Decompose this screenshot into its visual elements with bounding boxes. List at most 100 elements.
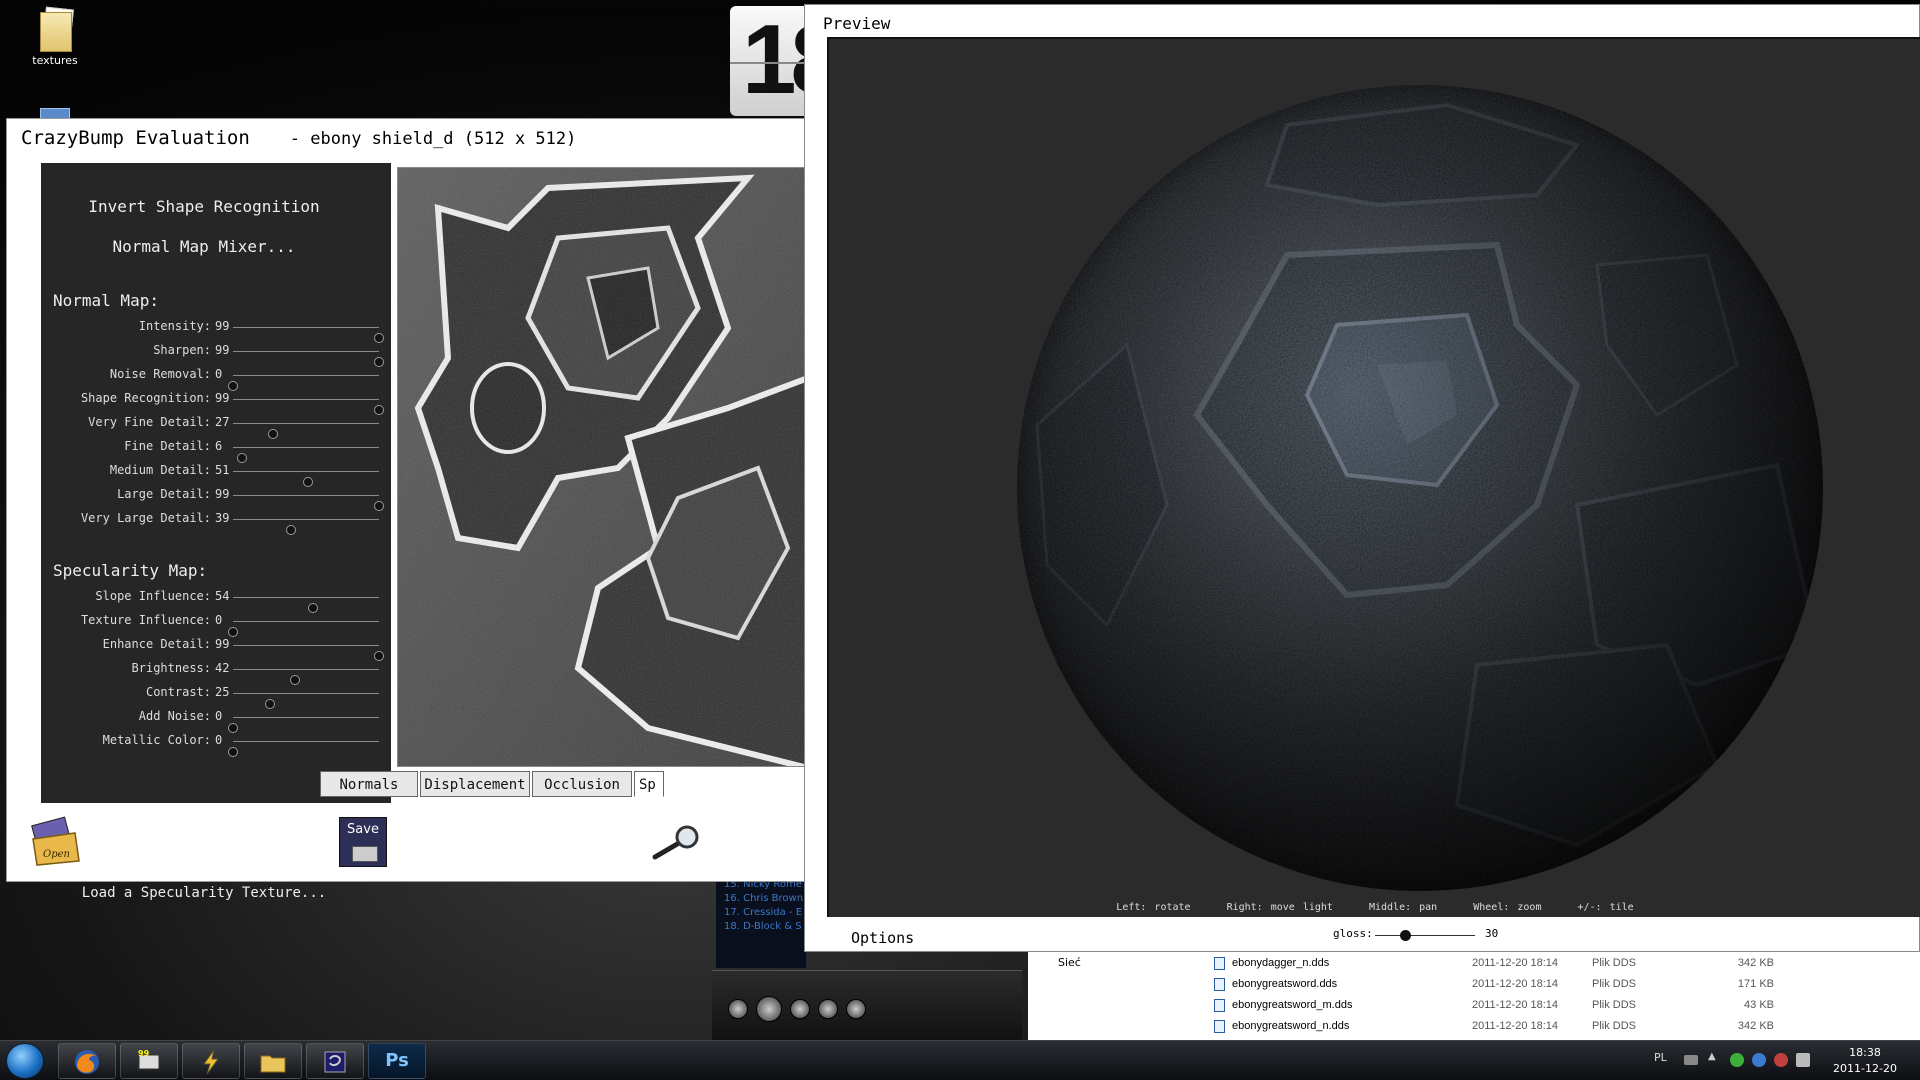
tab-normals[interactable]: Normals — [320, 771, 418, 797]
slider-row: Medium Detail: 51 — [41, 461, 391, 487]
slider-knob[interactable] — [228, 747, 238, 757]
winamp-playlist[interactable]: 15. Nicky Rome 16. Chris Brown 17. Cress… — [716, 878, 806, 968]
file-type: Plik DDS — [1592, 1020, 1637, 1032]
taskbar-clock[interactable]: 18:38 2011-12-20 — [1820, 1045, 1910, 1077]
stop-button[interactable] — [818, 999, 838, 1019]
magnifier-icon[interactable] — [651, 825, 705, 861]
file-subtitle: - ebony shield_d (512 x 512) — [289, 129, 577, 149]
slider-label: Noise Removal: — [109, 367, 211, 381]
load-specularity-texture-button[interactable]: Load a Specularity Texture... — [41, 885, 367, 901]
slider-track[interactable] — [228, 741, 379, 757]
hint-pan: Middle: pan — [1368, 902, 1438, 913]
sync-icon[interactable] — [1752, 1053, 1766, 1067]
specularity-map-heading: Specularity Map: — [53, 561, 208, 580]
file-size: 342 KB — [1737, 957, 1774, 969]
start-button[interactable] — [6, 1043, 44, 1079]
pause-button[interactable] — [790, 999, 810, 1019]
slider-label: Brightness: — [131, 661, 211, 675]
volume-icon[interactable] — [1796, 1053, 1810, 1067]
desktop-icon-textures[interactable]: textures — [30, 6, 80, 67]
taskbar-crazybump[interactable] — [306, 1043, 364, 1079]
slider-value: 99 — [215, 637, 230, 651]
slider-value: 6 — [215, 439, 223, 453]
file-name: ebonygreatsword.dds — [1232, 978, 1338, 990]
save-button[interactable]: Save — [339, 817, 387, 867]
play-button[interactable] — [756, 996, 782, 1022]
open-button[interactable]: Open — [29, 815, 83, 869]
file-size: 43 KB — [1744, 999, 1774, 1011]
slider-track[interactable] — [233, 447, 379, 463]
slider-track[interactable] — [228, 717, 379, 733]
slider-label: Medium Detail: — [109, 463, 211, 477]
slider-value: 39 — [215, 511, 230, 525]
preview-title: Preview — [823, 14, 891, 33]
slider-track[interactable] — [228, 375, 379, 391]
slider-row: Brightness: 42 — [41, 659, 391, 685]
slider-value: 0 — [215, 367, 223, 381]
settings-panel: Invert Shape Recognition Normal Map Mixe… — [41, 163, 391, 901]
language-indicator[interactable]: PL — [1654, 1051, 1667, 1064]
network-icon[interactable] — [1774, 1053, 1788, 1067]
slider-track[interactable] — [233, 597, 379, 613]
mouse-hints: Left: rotate Right: move light Middle: p… — [829, 902, 1920, 913]
slider-track[interactable] — [233, 669, 379, 685]
sphere-texture — [1017, 85, 1823, 891]
slider-row: Noise Removal: 0 — [41, 365, 391, 391]
slider-knob[interactable] — [285, 525, 296, 535]
firefox-icon — [75, 1050, 99, 1074]
next-button[interactable] — [846, 999, 866, 1019]
slider-track[interactable] — [233, 351, 384, 367]
dds-file-icon — [1214, 957, 1225, 970]
explorer-file-list: Sieć ebonydagger_n.dds 2011-12-20 18:14 … — [1028, 952, 1920, 1040]
options-button[interactable]: Options — [851, 929, 914, 947]
tab-displacement[interactable]: Displacement — [420, 771, 530, 797]
slider-value: 99 — [215, 391, 230, 405]
slider-track[interactable] — [233, 693, 379, 709]
slider-track[interactable] — [233, 519, 379, 535]
slider-track[interactable] — [233, 423, 379, 439]
taskbar-firefox[interactable] — [58, 1043, 116, 1079]
slider-row: Texture Influence: 0 — [41, 611, 391, 637]
slider-row: Intensity: 99 — [41, 317, 391, 343]
preview-sphere[interactable] — [1017, 85, 1823, 891]
slider-row: Contrast: 25 — [41, 683, 391, 709]
monitor-icon: 99 — [138, 1049, 160, 1070]
playlist-item[interactable]: 16. Chris Brown — [716, 892, 806, 906]
slider-value: 27 — [215, 415, 230, 429]
slider-label: Texture Influence: — [80, 613, 211, 627]
tab-occlusion[interactable]: Occlusion — [532, 771, 632, 797]
file-name: ebonydagger_n.dds — [1232, 957, 1330, 969]
slider-track[interactable] — [233, 471, 379, 487]
taskbar-media-player[interactable]: 99 — [120, 1043, 178, 1079]
slider-track[interactable] — [233, 645, 384, 661]
3d-preview-viewport[interactable]: Left: rotate Right: move light Middle: p… — [827, 37, 1920, 917]
keyboard-icon[interactable] — [1684, 1055, 1698, 1065]
slider-row: Enhance Detail: 99 — [41, 635, 391, 661]
taskbar-explorer[interactable] — [244, 1043, 302, 1079]
slider-track[interactable] — [228, 621, 379, 637]
slider-track[interactable] — [233, 327, 384, 343]
slider-track[interactable] — [233, 495, 384, 511]
nav-item-network[interactable]: Sieć — [1058, 956, 1081, 969]
folder-icon — [260, 1055, 286, 1073]
status-icon[interactable] — [1730, 1053, 1744, 1067]
playlist-item[interactable]: 17. Cressida - E — [716, 906, 806, 920]
folder-icon — [36, 6, 74, 52]
taskbar-photoshop[interactable]: Ps — [368, 1043, 426, 1079]
slider-value: 0 — [215, 613, 223, 627]
prev-button[interactable] — [728, 999, 748, 1019]
slider-label: Shape Recognition: — [80, 391, 211, 405]
invert-shape-recognition-button[interactable]: Invert Shape Recognition — [41, 197, 367, 216]
slider-track[interactable] — [233, 399, 384, 415]
playlist-item[interactable]: 18. D-Block & S — [716, 920, 806, 934]
texture-preview[interactable] — [397, 167, 807, 767]
taskbar-winamp[interactable] — [182, 1043, 240, 1079]
slider-value: 54 — [215, 589, 230, 603]
gloss-slider[interactable] — [1375, 930, 1475, 941]
normal-map-mixer-button[interactable]: Normal Map Mixer... — [41, 237, 367, 256]
gloss-slider-knob[interactable] — [1400, 930, 1411, 941]
taskbar: 99 Ps PL ▲ 18:38 2011-12-20 — [0, 1040, 1920, 1080]
tab-specularity[interactable]: Sp — [634, 771, 664, 797]
file-type: Plik DDS — [1592, 978, 1637, 990]
chevron-up-icon[interactable]: ▲ — [1708, 1051, 1722, 1065]
